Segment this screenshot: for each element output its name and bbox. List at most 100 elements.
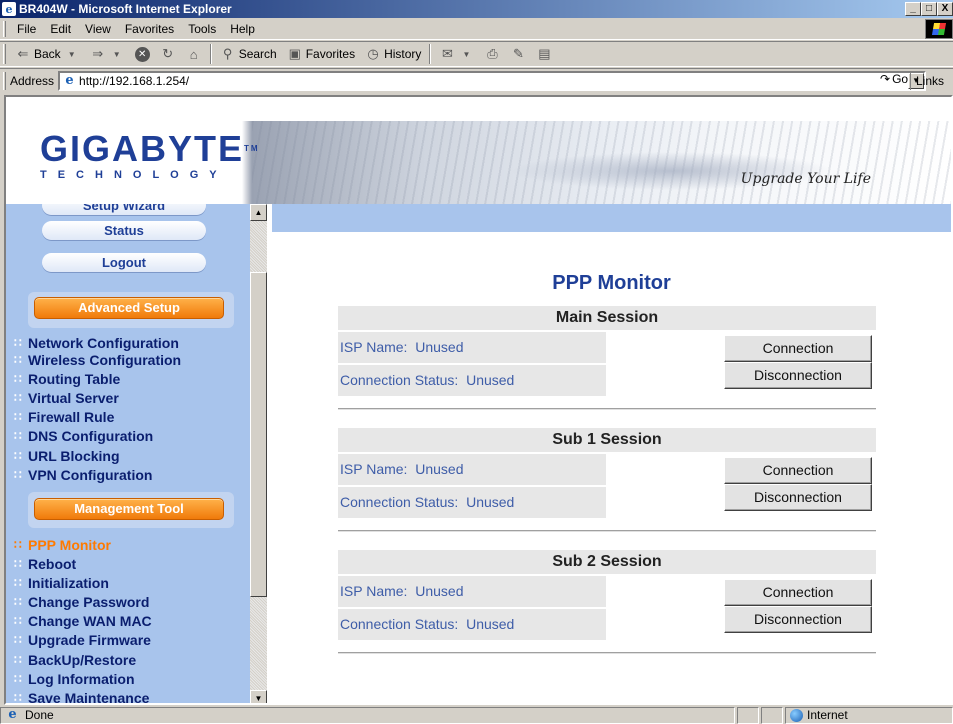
page-title: PPP Monitor [552,272,671,294]
history-button[interactable]: ◷ History [360,43,426,65]
status-text-panel: e Done [0,706,735,724]
menu-file[interactable]: File [10,22,43,36]
nav-firewall-rule[interactable]: ∷ Firewall Rule [14,408,114,426]
mail-dropdown-icon[interactable]: ▼ [458,46,474,62]
nav-upgrade-firmware[interactable]: ∷ Upgrade Firmware [14,631,151,649]
address-input[interactable]: e http://192.168.1.254/ ▼ [58,70,927,91]
print-button[interactable]: ⎙ [479,43,505,65]
nav-change-wan-mac[interactable]: ∷ Change WAN MAC [14,612,152,630]
status-bar: e Done Internet [0,706,953,724]
disconnection-button[interactable]: Disconnection [724,362,872,389]
nav-ppp-monitor[interactable]: ∷ PPP Monitor [14,536,111,554]
main-panel: PPP Monitor Main Session ISP Name: Unuse… [272,232,951,703]
isp-name-value: Unused [415,339,464,355]
button-cell: Disconnection [608,362,876,396]
history-label: History [384,47,422,61]
toolbar-grip[interactable] [3,71,6,90]
logout-button[interactable]: Logout [42,253,206,272]
section-divider [338,408,876,410]
print-icon: ⎙ [487,46,498,61]
back-dropdown-icon[interactable]: ▼ [64,46,80,62]
menu-favorites[interactable]: Favorites [118,22,181,36]
nav-save-maintenance[interactable]: ∷ Save Maintenance [14,689,150,705]
button-cell: Connection [608,454,876,485]
toolbar-grip[interactable] [3,20,6,37]
connection-button[interactable]: Connection [724,335,872,362]
address-url[interactable]: http://192.168.1.254/ [79,74,189,88]
status-panel [761,706,783,724]
sidebar-scrollbar[interactable]: ▲ ▼ [250,204,267,703]
menu-view[interactable]: View [78,22,118,36]
connection-status-label: Connection Status: [340,616,459,632]
nav-change-password[interactable]: ∷ Change Password [14,593,149,611]
menu-tools[interactable]: Tools [181,22,223,36]
nav-wireless-configuration[interactable]: ∷ Wireless Configuration [14,351,181,369]
close-button[interactable]: X [937,2,953,16]
forward-dropdown-icon[interactable]: ▼ [109,46,125,62]
bullet-icon: ∷ [14,691,22,705]
refresh-button[interactable]: ↻ [155,43,181,65]
nav-backup-restore[interactable]: ∷ BackUp/Restore [14,651,136,669]
bullet-icon: ∷ [14,429,22,443]
stop-button[interactable]: ✕ [130,43,155,65]
windows-logo-icon [925,19,953,39]
header-banner: GIGABYTETM TECHNOLOGY Upgrade Your Life [6,121,951,204]
nav-label: BackUp/Restore [28,652,137,668]
bullet-icon: ∷ [14,595,22,609]
nav-reboot[interactable]: ∷ Reboot [14,555,76,573]
favorites-button[interactable]: ▣ Favorites [282,43,360,65]
logo-text: GIGABYTE [40,128,245,169]
home-button[interactable]: ⌂ [181,43,207,65]
search-label: Search [238,47,277,61]
menu-edit[interactable]: Edit [43,22,78,36]
nav-label: Save Maintenance [28,690,150,705]
nav-dns-configuration[interactable]: ∷ DNS Configuration [14,427,153,445]
isp-name-value: Unused [415,583,464,599]
discuss-button[interactable]: ▤ [531,43,557,65]
button-cell: Connection [608,332,876,363]
menu-help[interactable]: Help [223,22,262,36]
nav-label: VPN Configuration [28,467,153,483]
links-button[interactable]: Links [910,72,944,90]
status-button[interactable]: Status [42,221,206,240]
mail-button[interactable]: ✉ ▼ [434,43,479,65]
nav-label: PPP Monitor [28,537,111,553]
nav-label: DNS Configuration [28,428,154,444]
connection-status-label: Connection Status: [340,372,459,388]
scroll-up-icon[interactable]: ▲ [250,204,267,221]
back-arrow-icon: ⇐ [17,46,29,61]
setup-wizard-button[interactable]: Setup Wizard [42,204,206,215]
refresh-icon: ↻ [162,46,174,61]
bullet-icon: ∷ [14,391,22,405]
minimize-button[interactable]: _ [905,2,921,16]
nav-url-blocking[interactable]: ∷ URL Blocking [14,447,120,465]
connection-status-value: Unused [466,372,515,388]
standard-toolbar: ⇐ Back ▼ ⇒ ▼ ✕ ↻ ⌂ ⚲ Search ▣ Favorites … [0,41,953,67]
nav-network-configuration[interactable]: ∷ Network Configuration [14,334,179,352]
bullet-icon: ∷ [14,468,22,482]
edit-button[interactable]: ✎ [505,43,531,65]
scrollbar-thumb[interactable] [250,272,267,597]
isp-name-label: ISP Name: [340,583,408,599]
disconnection-button[interactable]: Disconnection [724,606,872,633]
forward-button[interactable]: ⇒ ▼ [85,43,130,65]
search-button[interactable]: ⚲ Search [215,43,282,65]
nav-vpn-configuration[interactable]: ∷ VPN Configuration [14,466,152,484]
scroll-down-icon[interactable]: ▼ [250,690,267,703]
maximize-button[interactable]: □ [921,2,937,16]
sub1-session-block: Sub 1 Session ISP Name: Unused Connectio… [338,428,876,532]
go-button[interactable]: ↷ Go [880,72,908,86]
disconnection-button[interactable]: Disconnection [724,484,872,511]
bullet-icon: ∷ [14,614,22,628]
nav-initialization[interactable]: ∷ Initialization [14,574,109,592]
nav-virtual-server[interactable]: ∷ Virtual Server [14,389,119,407]
keyboard-banner-image [252,121,951,204]
back-button[interactable]: ⇐ Back ▼ [10,43,85,65]
toolbar-grip[interactable] [3,44,6,64]
nav-routing-table[interactable]: ∷ Routing Table [14,370,120,388]
connection-button[interactable]: Connection [724,579,872,606]
connection-button[interactable]: Connection [724,457,872,484]
nav-label: Routing Table [28,371,121,387]
security-zone-panel: Internet [785,706,953,724]
nav-log-information[interactable]: ∷ Log Information [14,670,135,688]
